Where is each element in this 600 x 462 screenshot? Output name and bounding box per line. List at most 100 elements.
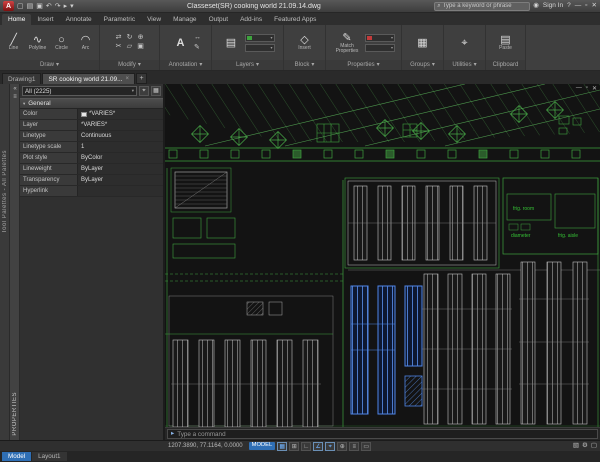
paste-button[interactable]: ▤ Paste bbox=[495, 34, 516, 51]
diameter-label[interactable]: diameter bbox=[511, 233, 531, 239]
tab-insert[interactable]: Insert bbox=[31, 14, 59, 25]
group-button[interactable]: ▦ bbox=[412, 37, 433, 49]
property-value[interactable]: ByLayer bbox=[78, 164, 163, 174]
panel-groups-label[interactable]: Groups▾ bbox=[402, 60, 443, 70]
property-value[interactable]: *VARIES* bbox=[78, 120, 163, 130]
tab-manage[interactable]: Manage bbox=[167, 14, 203, 25]
circle-button[interactable]: ○ Circle bbox=[51, 34, 72, 51]
tab-close-icon[interactable]: × bbox=[126, 76, 130, 82]
frig-room-label[interactable]: frig. room bbox=[513, 206, 534, 212]
lineweight-dropdown[interactable]: ▾ bbox=[365, 44, 395, 52]
maximize-button[interactable]: ▫ bbox=[585, 3, 587, 10]
panel-layers-label[interactable]: Layers▾ bbox=[212, 60, 283, 70]
panel-properties-label[interactable]: Properties▾ bbox=[326, 60, 401, 70]
close-button[interactable]: ✕ bbox=[592, 3, 597, 10]
model-space-canvas[interactable]: — ▫ ✕ bbox=[165, 84, 600, 427]
app-menu-icon[interactable]: A bbox=[3, 1, 14, 11]
customization-gear-icon[interactable]: ⚙ bbox=[582, 443, 588, 450]
doc-restore-icon[interactable]: ▫ bbox=[586, 85, 588, 92]
match-properties-button[interactable]: ✎ Match Properties bbox=[332, 32, 362, 54]
property-value[interactable]: 1 bbox=[78, 142, 163, 152]
doc-tab-sr-cooking-world[interactable]: SR cooking world 21.09... × bbox=[42, 73, 135, 84]
property-value[interactable]: Continuous bbox=[78, 131, 163, 141]
frig-aisle-label[interactable]: frig. aisle bbox=[558, 233, 578, 239]
search-input[interactable]: ⌕ Type a keyword or phrase bbox=[434, 2, 530, 11]
panel-annotation-label[interactable]: Annotation▾ bbox=[160, 60, 211, 70]
toggle-pickadd-button[interactable]: ⌖ bbox=[139, 86, 149, 96]
insert-block-button[interactable]: ◇ Insert bbox=[294, 34, 315, 51]
doc-tab-drawing1[interactable]: Drawing1 bbox=[2, 73, 41, 84]
polyline-button[interactable]: ∿ Polyline bbox=[27, 34, 48, 51]
tab-home[interactable]: Home bbox=[2, 14, 31, 25]
coordinates-readout[interactable]: 1207.3890, 77.1164, 0.0000 bbox=[168, 443, 243, 449]
arc-button[interactable]: ◠ Arc bbox=[75, 34, 96, 51]
fullscreen-icon[interactable]: ▢ bbox=[591, 443, 597, 450]
tab-parametric[interactable]: Parametric bbox=[98, 14, 141, 25]
mirror-icon[interactable]: ▱ bbox=[125, 43, 135, 51]
osnap-toggle-icon[interactable]: ⌖ bbox=[325, 442, 335, 451]
dimension-icon[interactable]: ↔ bbox=[194, 34, 201, 41]
text-button[interactable]: A bbox=[170, 37, 191, 49]
tab-addins[interactable]: Add-ins bbox=[234, 14, 268, 25]
trim-icon[interactable]: ✂ bbox=[114, 43, 124, 51]
panel-draw-label[interactable]: Draw▾ bbox=[0, 60, 99, 70]
rotate-icon[interactable]: ↻ bbox=[125, 34, 135, 42]
palette-menu-icon[interactable]: ≡ bbox=[13, 94, 17, 100]
ortho-toggle-icon[interactable]: ∟ bbox=[301, 442, 311, 451]
redo-icon[interactable]: ↷ bbox=[55, 3, 61, 10]
plot-icon[interactable]: ▸ bbox=[64, 3, 68, 10]
help-icon[interactable]: ? bbox=[567, 3, 571, 10]
leader-icon[interactable]: ✎ bbox=[194, 43, 201, 51]
model-space-toggle[interactable]: MODEL bbox=[249, 442, 276, 450]
move-icon[interactable]: ⇄ bbox=[114, 34, 124, 42]
dynamic-input-toggle-icon[interactable]: ▭ bbox=[361, 442, 371, 451]
layer-dropdown[interactable]: ▾ bbox=[245, 34, 275, 42]
polar-toggle-icon[interactable]: ∠ bbox=[313, 442, 323, 451]
color-dropdown[interactable]: ▾ bbox=[365, 34, 395, 42]
doc-minimize-icon[interactable]: — bbox=[576, 85, 582, 92]
isolate-objects-icon[interactable]: ▧ bbox=[573, 443, 579, 450]
measure-button[interactable]: ⌖ bbox=[454, 37, 475, 49]
tab-annotate[interactable]: Annotate bbox=[60, 14, 98, 25]
properties-palette-titlebar[interactable]: « ≡ PROPERTIES bbox=[10, 84, 20, 440]
property-value[interactable]: ByColor bbox=[78, 153, 163, 163]
new-tab-button[interactable]: + bbox=[136, 73, 147, 84]
selected-racks[interactable] bbox=[351, 286, 422, 414]
undo-icon[interactable]: ↶ bbox=[46, 3, 52, 10]
otrack-toggle-icon[interactable]: ⊕ bbox=[337, 442, 347, 451]
new-icon[interactable]: ▢ bbox=[17, 3, 24, 10]
quick-select-button[interactable]: ▦ bbox=[151, 86, 161, 96]
property-value[interactable]: ByLayer bbox=[78, 175, 163, 185]
line-button[interactable]: ╱ Line bbox=[3, 34, 24, 51]
tab-view[interactable]: View bbox=[141, 14, 167, 25]
panel-clipboard-label[interactable]: Clipboard bbox=[486, 60, 525, 70]
cad-drawing[interactable]: frig. room diameter frig. aisle bbox=[165, 84, 600, 427]
panel-utilities-label[interactable]: Utilities▾ bbox=[444, 60, 485, 70]
open-icon[interactable]: ▤ bbox=[27, 3, 34, 10]
lineweight-toggle-icon[interactable]: ≡ bbox=[349, 442, 359, 451]
user-icon[interactable]: ◉ bbox=[533, 3, 539, 10]
scale-icon[interactable]: ⊕ bbox=[136, 34, 146, 42]
command-input[interactable]: ▸ Type a command bbox=[167, 429, 598, 439]
property-value[interactable] bbox=[78, 186, 163, 196]
snap-toggle-icon[interactable]: ⊞ bbox=[289, 442, 299, 451]
signin-button[interactable]: Sign In bbox=[543, 3, 563, 10]
panel-block-label[interactable]: Block▾ bbox=[284, 60, 325, 70]
save-icon[interactable]: ▣ bbox=[36, 3, 43, 10]
tool-palettes-strip[interactable]: Tool Palettes - All Palettes bbox=[0, 84, 10, 440]
qat-chevron-icon[interactable]: ▾ bbox=[70, 3, 74, 10]
tab-featured-apps[interactable]: Featured Apps bbox=[268, 14, 322, 25]
palette-autohide-icon[interactable]: « bbox=[13, 86, 16, 92]
model-tab[interactable]: Model bbox=[2, 452, 31, 462]
layer-properties-button[interactable]: ▤ bbox=[221, 37, 242, 49]
grid-toggle-icon[interactable]: ▦ bbox=[277, 442, 287, 451]
tab-output[interactable]: Output bbox=[203, 14, 235, 25]
array-icon[interactable]: ▣ bbox=[136, 43, 146, 51]
section-general[interactable]: ▾ General bbox=[20, 98, 163, 109]
selection-filter-dropdown[interactable]: All (2225) ▾ bbox=[22, 86, 137, 96]
panel-modify-label[interactable]: Modify▾ bbox=[100, 60, 159, 70]
layout1-tab[interactable]: Layout1 bbox=[32, 452, 66, 462]
property-value[interactable]: *VARIES* bbox=[78, 109, 163, 119]
doc-close-icon[interactable]: ✕ bbox=[592, 85, 597, 92]
layer-state-dropdown[interactable]: ▾ bbox=[245, 44, 275, 52]
